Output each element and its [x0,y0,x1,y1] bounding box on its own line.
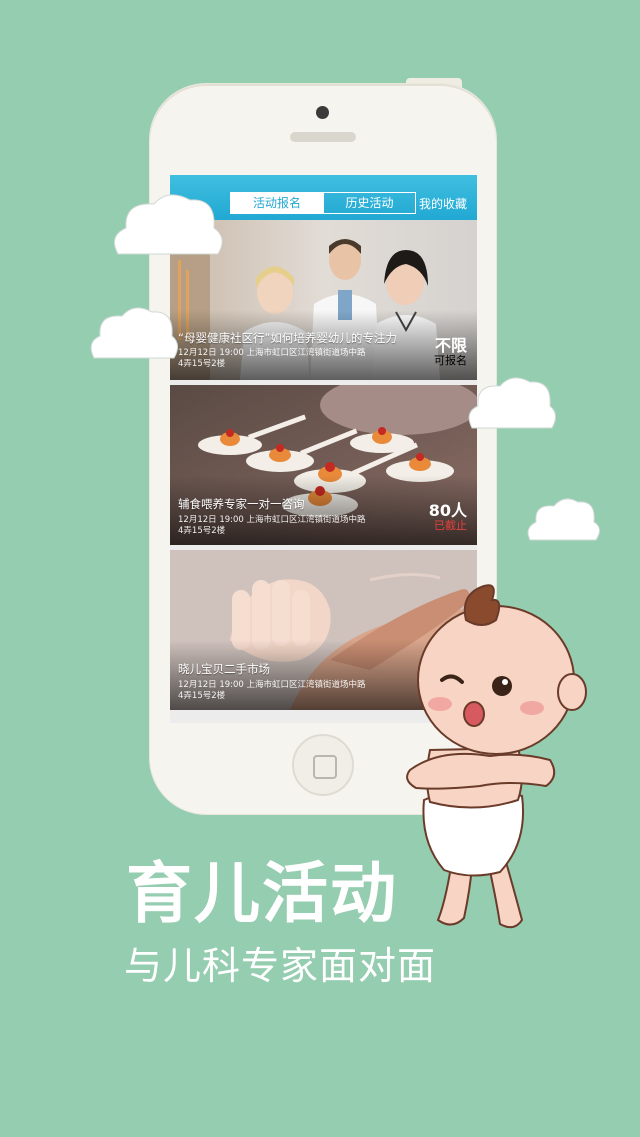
cloud-decoration [90,307,178,359]
event-meta-line2: 4弄15号2楼 [178,359,226,369]
home-button[interactable] [292,734,354,796]
cloud-decoration [468,377,556,429]
cloud-decoration [527,498,600,541]
tab-history[interactable]: 历史活动 [323,193,415,213]
baby-mascot-illustration [406,584,587,929]
front-camera [316,106,329,119]
tab-activity-signup[interactable]: 活动报名 [231,193,323,213]
event-status: 可报名 [434,354,467,367]
event-meta-line1: 12月12日 19:00 上海市虹口区江湾镇街道场中路 [178,348,366,358]
event-card[interactable]: 辅食喂养专家一对一咨询 12月12日 19:00 上海市虹口区江湾镇街道场中路 … [170,385,477,545]
event-meta-line2: 4弄15号2楼 [178,526,226,536]
my-favorites-link[interactable]: 我的收藏 [419,195,467,212]
event-status: 已截止 [434,519,467,532]
event-title: 晓儿宝贝二手市场 [178,662,270,676]
headline-title: 育儿活动 [126,855,398,932]
event-title: “母婴健康社区行”如何培养婴幼儿的专注力 [178,331,397,345]
event-meta-line2: 4弄15号2楼 [178,691,226,701]
cloud-decoration [113,194,223,255]
event-meta-line1: 12月12日 19:00 上海市虹口区江湾镇街道场中路 [178,680,366,690]
home-square-icon [313,755,337,779]
tab-segment: 活动报名 历史活动 [230,192,416,214]
earpiece-speaker [290,132,356,142]
event-title: 辅食喂养专家一对一咨询 [178,497,305,511]
headline-subtitle: 与儿科专家面对面 [124,944,437,988]
event-meta-line1: 12月12日 19:00 上海市虹口区江湾镇街道场中路 [178,515,366,525]
